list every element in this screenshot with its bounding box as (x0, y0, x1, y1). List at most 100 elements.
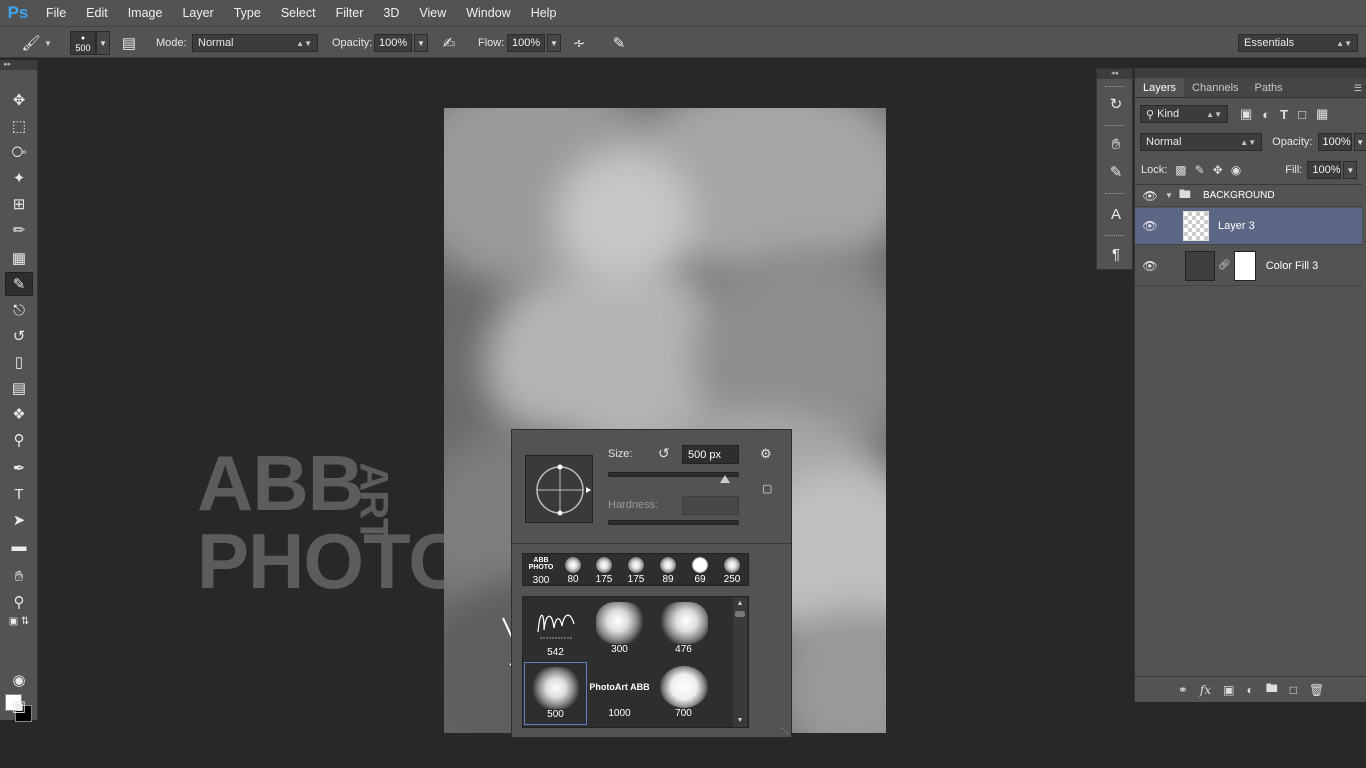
pressure-size-button[interactable]: ✎ (608, 32, 630, 54)
collapse-arrows-icon[interactable]: ▸▸ (0, 60, 37, 70)
size-input[interactable]: 500 px (682, 445, 739, 464)
panel-grip[interactable] (1105, 193, 1125, 195)
collapse-arrows-icon[interactable]: ◂◂ (1097, 69, 1132, 79)
visibility-eye-icon[interactable]: 👁︎ (1135, 189, 1165, 203)
layer-opacity-dropdown[interactable]: ▼ (1353, 133, 1366, 151)
recent-brush-item[interactable]: 175 (589, 554, 619, 587)
brush-tool-icon[interactable]: ✎ (5, 272, 33, 296)
layer-group-background[interactable]: 👁︎ ▼ 🖿︎ BACKGROUND (1135, 185, 1362, 207)
tab-layers[interactable]: Layers (1135, 78, 1185, 97)
panel-menu-icon[interactable]: ☰ (1354, 78, 1366, 97)
quick-mask-icon[interactable]: ◉ (5, 668, 33, 692)
fill-field[interactable]: 100% (1307, 161, 1342, 179)
gradient-tool-icon[interactable]: ▤ (5, 376, 33, 400)
layer-row-selected[interactable]: 👁︎ Layer 3 (1135, 208, 1362, 245)
add-mask-icon[interactable]: ▣ (1223, 683, 1234, 697)
eyedropper-tool-icon[interactable]: ✏ (5, 218, 33, 242)
scroll-down-icon[interactable]: ▼ (733, 717, 747, 724)
visibility-eye-icon[interactable]: 👁︎ (1135, 219, 1165, 233)
hardness-input[interactable] (682, 496, 739, 515)
menu-select[interactable]: Select (271, 0, 326, 26)
brush-preset-dropdown[interactable]: ▼ (96, 31, 110, 55)
filter-adjustment-icon[interactable]: ◐ (1262, 107, 1270, 122)
group-expand-chevron-icon[interactable]: ▼ (1165, 191, 1173, 200)
lock-image-icon[interactable]: ✎ (1195, 163, 1205, 177)
type-tool-icon[interactable]: T (5, 482, 33, 506)
gear-icon[interactable]: ⚙ (760, 446, 772, 462)
lock-position-icon[interactable]: ✥ (1213, 163, 1223, 177)
healing-brush-tool-icon[interactable]: ▦ (5, 246, 33, 270)
dodge-tool-icon[interactable]: ⚲ (5, 428, 33, 452)
filter-shape-icon[interactable]: □ (1298, 107, 1306, 122)
blur-tool-icon[interactable]: ❖ (5, 402, 33, 426)
menu-help[interactable]: Help (521, 0, 567, 26)
filter-kind-select[interactable]: ⚲ Kind ▲▼ (1140, 105, 1228, 123)
rectangle-tool-icon[interactable]: ▬ (5, 534, 33, 558)
scrollbar-thumb[interactable] (735, 611, 745, 617)
menu-type[interactable]: Type (224, 0, 271, 26)
tab-paths[interactable]: Paths (1247, 78, 1291, 97)
recent-brush-item[interactable]: ABB PHOTO 300 (526, 554, 556, 587)
panel-grip[interactable] (1105, 86, 1125, 88)
brush-preset-item[interactable]: 300 (588, 598, 651, 661)
menu-window[interactable]: Window (456, 0, 520, 26)
menu-filter[interactable]: Filter (326, 0, 374, 26)
marquee-tool-icon[interactable]: ⬚ (5, 114, 33, 138)
history-panel-icon[interactable]: ↻ (1104, 93, 1128, 115)
size-slider-handle[interactable] (720, 475, 730, 483)
link-layers-icon[interactable]: ⚭ (1178, 683, 1188, 697)
scroll-up-icon[interactable]: ▲ (733, 600, 747, 607)
pressure-opacity-button[interactable]: ✍︎ (438, 32, 460, 54)
layer-row[interactable]: 👁︎ 🔗︎ Color Fill 3 (1135, 246, 1362, 286)
new-group-icon[interactable]: 🖿︎ (1266, 679, 1278, 700)
flow-field[interactable]: 100% (507, 34, 545, 52)
flow-dropdown[interactable]: ▼ (547, 34, 561, 52)
opacity-dropdown[interactable]: ▼ (414, 34, 428, 52)
eraser-tool-icon[interactable]: ▯ (5, 350, 33, 374)
magic-wand-tool-icon[interactable]: ✦ (5, 166, 33, 190)
brush-panel-icon[interactable]: ✎ (1104, 161, 1128, 183)
brush-panel-toggle[interactable]: ▤ (118, 32, 140, 54)
delete-layer-icon[interactable]: 🗑︎ (1309, 683, 1324, 697)
paragraph-panel-icon[interactable]: ¶ (1104, 243, 1128, 265)
menu-3d[interactable]: 3D (373, 0, 409, 26)
menu-view[interactable]: View (409, 0, 456, 26)
panel-grip[interactable] (1105, 125, 1125, 127)
recent-brush-item[interactable]: 175 (621, 554, 651, 587)
filter-smart-object-icon[interactable]: ▦ (1316, 106, 1328, 122)
zoom-tool-icon[interactable]: ⚲ (5, 590, 33, 614)
move-tool-icon[interactable]: ✥ (5, 88, 33, 112)
path-selection-tool-icon[interactable]: ➤ (5, 508, 33, 532)
recent-brush-item[interactable]: 80 (558, 554, 588, 587)
pen-tool-icon[interactable]: ✒ (5, 456, 33, 480)
tool-preset-picker[interactable]: 🖌︎ ▼ (20, 32, 51, 54)
brush-presets-icon[interactable]: ✋︎ (1104, 133, 1128, 155)
filter-pixel-icon[interactable]: ▣ (1240, 106, 1252, 122)
brush-preset-picker[interactable]: ● 500 ▼ (70, 31, 110, 55)
preset-scrollbar[interactable]: ▲ ▼ (733, 597, 747, 727)
brush-preset-item-selected[interactable]: 500 (524, 662, 587, 725)
hardness-slider[interactable] (608, 520, 739, 525)
brush-preset-item[interactable]: 700 (652, 662, 715, 725)
airbrush-button[interactable]: ∻ (568, 32, 590, 54)
lock-all-icon[interactable]: ◉ (1231, 163, 1241, 177)
character-panel-icon[interactable]: A (1104, 203, 1128, 225)
link-icon[interactable]: 🔗︎ (1218, 260, 1231, 271)
mode-select[interactable]: Normal ▲▼ (192, 34, 318, 52)
visibility-eye-icon[interactable]: 👁︎ (1135, 259, 1165, 273)
opacity-field[interactable]: 100% (374, 34, 412, 52)
brush-preset-item[interactable]: PhotoArt ABB 1000 (588, 662, 651, 725)
menu-layer[interactable]: Layer (172, 0, 223, 26)
history-brush-tool-icon[interactable]: ↺ (5, 324, 33, 348)
new-preset-icon[interactable]: ▢ (762, 482, 772, 495)
clone-stamp-tool-icon[interactable]: ⎋ (5, 298, 33, 322)
layer-opacity-field[interactable]: 100% (1317, 133, 1352, 151)
tab-channels[interactable]: Channels (1184, 78, 1246, 97)
filter-type-icon[interactable]: T (1280, 107, 1288, 122)
menu-image[interactable]: Image (118, 0, 173, 26)
screen-mode-icon[interactable]: ▣ (5, 694, 33, 718)
menu-edit[interactable]: Edit (76, 0, 118, 26)
workspace-select[interactable]: Essentials ▲▼ (1238, 34, 1358, 52)
new-layer-icon[interactable]: □ (1290, 683, 1297, 697)
brush-preset-item[interactable]: 542 (524, 598, 587, 661)
